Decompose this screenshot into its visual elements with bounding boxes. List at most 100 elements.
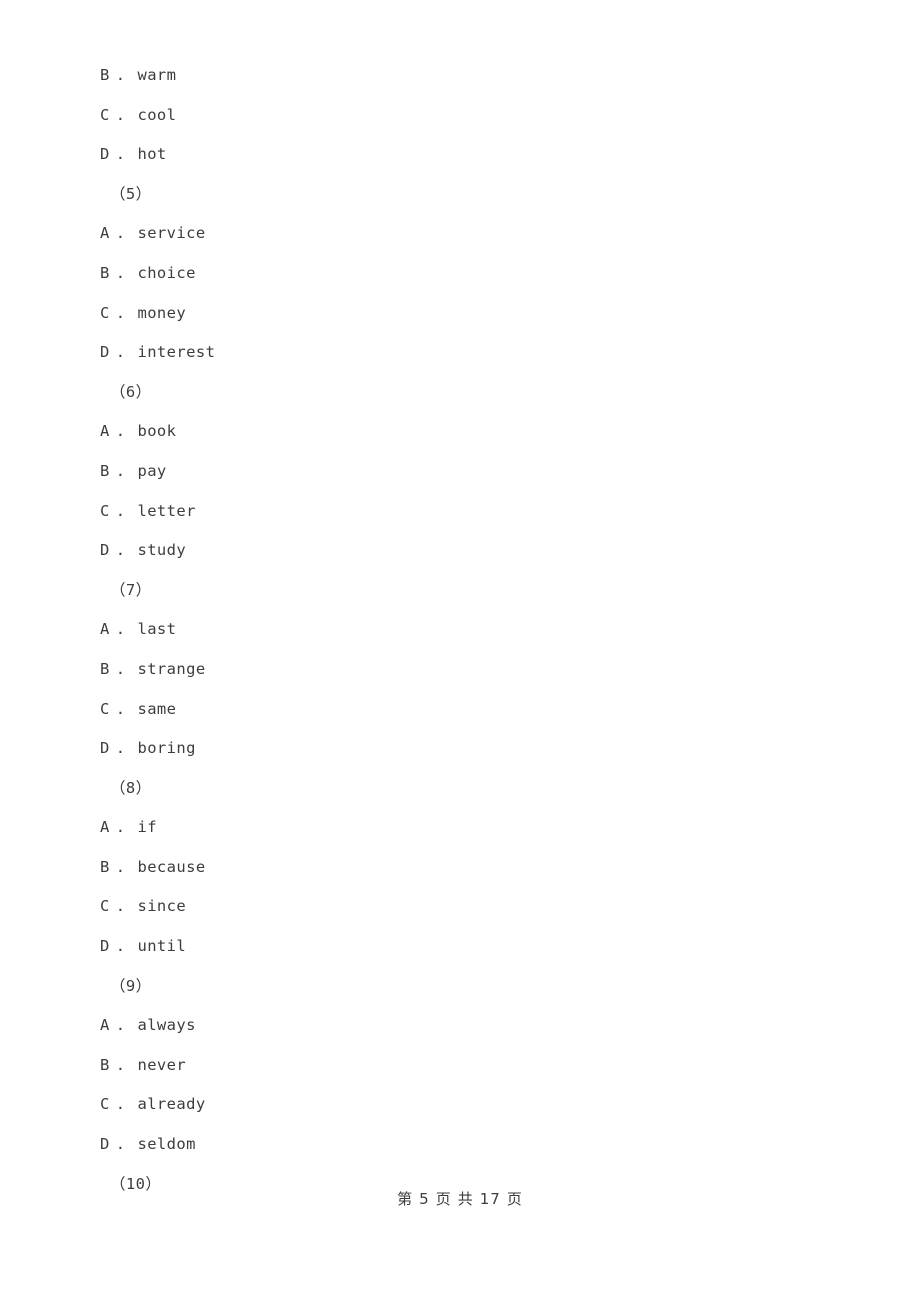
answer-option-a: A. last xyxy=(100,610,800,650)
footer-current-page: 5 xyxy=(419,1190,430,1208)
option-separator: . xyxy=(115,1016,126,1035)
option-letter: D xyxy=(100,145,110,164)
answer-option-c: C. already xyxy=(100,1085,800,1125)
question-options-list: B. warm C. cool D. hot （5） A. service B. choice C. m… xyxy=(100,56,800,1204)
answer-option-a: A. book xyxy=(100,412,800,452)
option-letter: A xyxy=(100,620,110,639)
option-text: hot xyxy=(137,145,167,164)
option-letter: C xyxy=(100,501,110,520)
question-number: （5） xyxy=(110,184,152,203)
answer-option-a: A. if xyxy=(100,808,800,848)
option-text: book xyxy=(137,422,177,441)
option-letter: B xyxy=(100,66,110,84)
option-text: if xyxy=(137,818,157,837)
answer-option-d: D. seldom xyxy=(100,1125,800,1165)
option-letter: C xyxy=(100,1095,110,1114)
answer-option-d: D. interest xyxy=(100,333,800,373)
option-letter: B xyxy=(100,263,110,282)
option-letter: A xyxy=(100,422,110,441)
option-text: letter xyxy=(137,501,196,520)
option-separator: . xyxy=(115,620,126,639)
option-separator: . xyxy=(115,145,126,164)
option-separator: . xyxy=(115,857,126,876)
option-separator: . xyxy=(115,461,126,480)
option-separator: . xyxy=(115,818,126,837)
footer-page-word: 页 xyxy=(435,1190,452,1208)
answer-option-b: B. choice xyxy=(100,254,800,294)
option-separator: . xyxy=(115,105,126,124)
footer-total-pages: 17 xyxy=(479,1190,501,1208)
answer-option-c: C. money xyxy=(100,294,800,334)
option-separator: . xyxy=(115,66,126,84)
option-letter: A xyxy=(100,224,110,243)
document-page: B. warm C. cool D. hot （5） A. service B. choice C. m… xyxy=(0,0,920,1302)
footer-prefix: 第 xyxy=(397,1190,414,1208)
answer-option-b: B. warm xyxy=(100,56,800,96)
option-letter: C xyxy=(100,897,110,916)
option-text: pay xyxy=(137,461,167,480)
answer-option-d: D. hot xyxy=(100,135,800,175)
footer-of-word: 共 xyxy=(457,1190,474,1208)
answer-option-c: C. same xyxy=(100,690,800,730)
option-separator: . xyxy=(115,1055,126,1074)
answer-option-c: C. letter xyxy=(100,492,800,532)
option-text: money xyxy=(137,303,187,322)
option-letter: D xyxy=(100,1135,110,1154)
option-text: strange xyxy=(137,659,206,678)
option-text: seldom xyxy=(137,1135,196,1154)
option-letter: D xyxy=(100,541,110,560)
option-text: already xyxy=(137,1095,206,1114)
option-text: because xyxy=(137,857,206,876)
option-letter: D xyxy=(100,937,110,956)
question-number: （9） xyxy=(110,976,152,995)
option-letter: D xyxy=(100,343,110,362)
answer-option-b: B. because xyxy=(100,848,800,888)
option-separator: . xyxy=(115,699,126,718)
option-text: interest xyxy=(137,343,216,362)
option-letter: B xyxy=(100,659,110,678)
option-separator: . xyxy=(115,739,126,758)
answer-option-b: B. pay xyxy=(100,452,800,492)
option-text: never xyxy=(137,1055,187,1074)
option-separator: . xyxy=(115,501,126,520)
question-number: （8） xyxy=(110,778,152,797)
option-text: service xyxy=(137,224,206,243)
option-letter: B xyxy=(100,1055,110,1074)
option-letter: B xyxy=(100,857,110,876)
answer-option-b: B. never xyxy=(100,1046,800,1086)
option-letter: A xyxy=(100,1016,110,1035)
option-separator: . xyxy=(115,224,126,243)
option-separator: . xyxy=(115,937,126,956)
answer-option-d: D. boring xyxy=(100,729,800,769)
option-separator: . xyxy=(115,303,126,322)
option-letter: C xyxy=(100,699,110,718)
option-text: since xyxy=(137,897,187,916)
option-letter: D xyxy=(100,739,110,758)
question-number: （6） xyxy=(110,382,152,401)
option-text: warm xyxy=(137,66,177,84)
option-separator: . xyxy=(115,659,126,678)
option-text: study xyxy=(137,541,187,560)
question-number: （7） xyxy=(110,580,152,599)
option-text: cool xyxy=(137,105,177,124)
answer-option-d: D. study xyxy=(100,531,800,571)
answer-option-c: C. cool xyxy=(100,96,800,136)
option-separator: . xyxy=(115,343,126,362)
footer-page-word-2: 页 xyxy=(506,1190,523,1208)
option-letter: C xyxy=(100,105,110,124)
answer-option-a: A. service xyxy=(100,214,800,254)
option-separator: . xyxy=(115,1095,126,1114)
option-letter: B xyxy=(100,461,110,480)
option-separator: . xyxy=(115,1135,126,1154)
option-text: boring xyxy=(137,739,196,758)
option-letter: C xyxy=(100,303,110,322)
answer-option-c: C. since xyxy=(100,887,800,927)
option-text: choice xyxy=(137,263,196,282)
option-text: same xyxy=(137,699,177,718)
answer-option-d: D. until xyxy=(100,927,800,967)
option-text: until xyxy=(137,937,187,956)
page-footer: 第 5 页共 17 页 xyxy=(0,1188,920,1209)
option-separator: . xyxy=(115,897,126,916)
option-separator: . xyxy=(115,422,126,441)
option-separator: . xyxy=(115,541,126,560)
